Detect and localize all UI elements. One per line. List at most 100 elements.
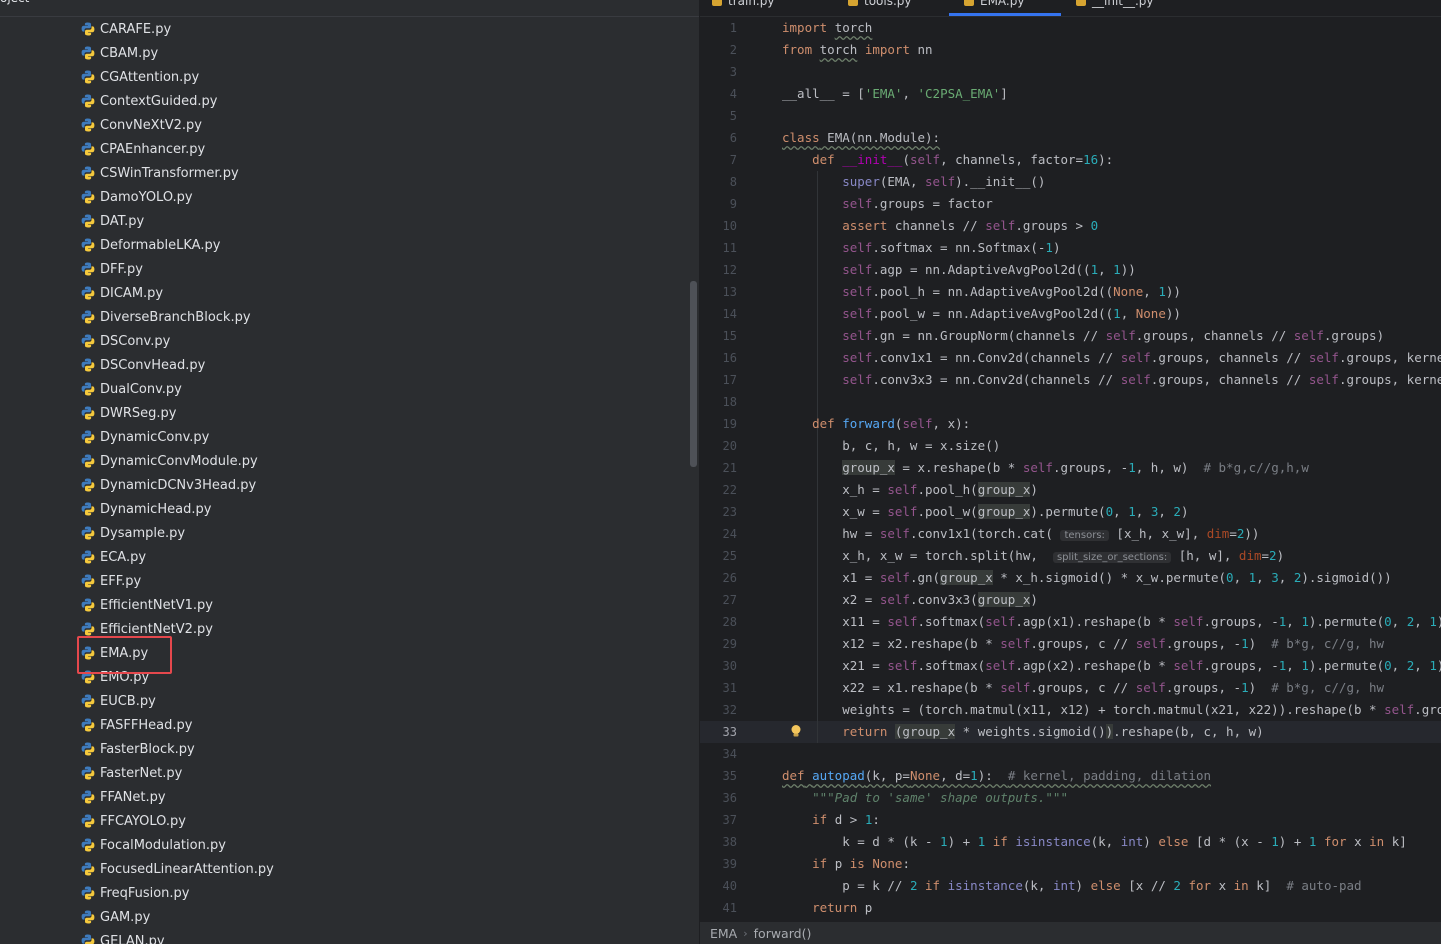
line-number: 37 bbox=[722, 813, 737, 827]
file-label: CGAttention.py bbox=[100, 69, 200, 85]
line-number-gutter[interactable]: 1 2 3 4 5 6 7 8 9 10 11 12 13 14 15 16 17 18 19 20 21 22 23 24 2… bbox=[700, 17, 790, 921]
file-label: DeformableLKA.py bbox=[100, 237, 221, 253]
file-label: EUCB.py bbox=[100, 693, 156, 709]
file-tree-item[interactable]: Dysample.py bbox=[80, 521, 185, 545]
file-tree-item[interactable]: DSConv.py bbox=[80, 329, 170, 353]
file-label: EfficientNetV2.py bbox=[100, 621, 213, 637]
python-file-icon bbox=[80, 477, 96, 493]
code-line: x12 = x2.reshape(b * self.groups, c // s… bbox=[782, 636, 1385, 651]
python-file-icon bbox=[80, 909, 96, 925]
tab-init[interactable]: __init__.py bbox=[1076, 0, 1154, 10]
file-tree-item[interactable]: FFANet.py bbox=[80, 785, 166, 809]
line-number: 33 bbox=[722, 725, 737, 739]
line-number: 24 bbox=[722, 527, 737, 541]
code-line: x_w = self.pool_w(group_x).permute(0, 1,… bbox=[782, 504, 1189, 519]
code-line: def autopad(k, p=None, d=1): # kernel, p… bbox=[782, 768, 1212, 783]
file-label: ConvNeXtV2.py bbox=[100, 117, 202, 133]
python-file-icon bbox=[80, 597, 96, 613]
line-number: 23 bbox=[722, 505, 737, 519]
file-label: EfficientNetV1.py bbox=[100, 597, 213, 613]
breadcrumb-class[interactable]: EMA bbox=[710, 926, 737, 941]
file-label: DAT.py bbox=[100, 213, 145, 229]
file-tree-item[interactable]: CSWinTransformer.py bbox=[80, 161, 239, 185]
file-label: FasterNet.py bbox=[100, 765, 183, 781]
file-tree-item[interactable]: FreqFusion.py bbox=[80, 881, 190, 905]
file-tree-item[interactable]: FASFFHead.py bbox=[80, 713, 192, 737]
line-number: 27 bbox=[722, 593, 737, 607]
line-number: 2 bbox=[729, 43, 737, 57]
editor-tabs: train.py tools.py EMA.py __init__.py bbox=[700, 0, 1441, 16]
inlay-hint: split_size_or_sections: bbox=[1052, 552, 1172, 563]
project-title: oject bbox=[0, 0, 29, 9]
code-line: x22 = x1.reshape(b * self.groups, c // s… bbox=[782, 680, 1385, 695]
file-tree-item[interactable]: DynamicDCNv3Head.py bbox=[80, 473, 256, 497]
file-label: FFANet.py bbox=[100, 789, 166, 805]
file-label: FasterBlock.py bbox=[100, 741, 195, 757]
file-tree-item[interactable]: DeformableLKA.py bbox=[80, 233, 220, 257]
file-tree-item[interactable]: ECA.py bbox=[80, 545, 146, 569]
python-file-icon bbox=[80, 45, 96, 61]
file-tree-item[interactable]: DualConv.py bbox=[80, 377, 182, 401]
file-tree-item[interactable]: CGAttention.py bbox=[80, 65, 199, 89]
file-tree-item[interactable]: DiverseBranchBlock.py bbox=[80, 305, 251, 329]
python-file-icon bbox=[80, 621, 96, 637]
file-tree-item[interactable]: GELAN.py bbox=[80, 929, 165, 944]
tab-tools[interactable]: tools.py bbox=[848, 0, 912, 10]
file-label: GAM.py bbox=[100, 909, 151, 925]
code-line: if p is None: bbox=[812, 856, 910, 871]
python-file-icon bbox=[80, 885, 96, 901]
code-line: self.pool_h = nn.AdaptiveAvgPool2d((None… bbox=[842, 284, 1181, 299]
file-label: GELAN.py bbox=[100, 933, 165, 944]
file-tree-item[interactable]: FFCAYOLO.py bbox=[80, 809, 186, 833]
line-number: 32 bbox=[722, 703, 737, 717]
python-file-icon bbox=[80, 141, 96, 157]
code-editor[interactable]: train.py tools.py EMA.py __init__.py 123… bbox=[700, 0, 1441, 944]
python-file-icon bbox=[80, 21, 96, 37]
file-label: FocalModulation.py bbox=[100, 837, 226, 853]
code-line: x11 = self.softmax(self.agp(x1).reshape(… bbox=[782, 614, 1441, 629]
python-file-icon bbox=[80, 837, 96, 853]
code-line: import torch bbox=[782, 20, 873, 35]
python-file-icon bbox=[80, 501, 96, 517]
file-tree-item[interactable]: DWRSeg.py bbox=[80, 401, 176, 425]
file-tree-item[interactable]: FasterNet.py bbox=[80, 761, 182, 785]
code-line: if d > 1: bbox=[812, 812, 880, 827]
file-tree-item[interactable]: FasterBlock.py bbox=[80, 737, 195, 761]
file-tree-item[interactable]: DAT.py bbox=[80, 209, 144, 233]
file-tree-item[interactable]: EFF.py bbox=[80, 569, 141, 593]
file-tree-item[interactable]: GAM.py bbox=[80, 905, 150, 929]
file-tree-item[interactable]: EfficientNetV1.py bbox=[80, 593, 213, 617]
project-scrollbar[interactable] bbox=[690, 281, 697, 467]
tab-label: train.py bbox=[728, 0, 775, 8]
file-tree-item[interactable]: DSConvHead.py bbox=[80, 353, 205, 377]
file-tree-item[interactable]: FocusedLinearAttention.py bbox=[80, 857, 274, 881]
file-label: DynamicDCNv3Head.py bbox=[100, 477, 257, 493]
python-file-icon bbox=[80, 405, 96, 421]
file-tree-item[interactable]: CBAM.py bbox=[80, 41, 158, 65]
file-tree-item[interactable]: ContextGuided.py bbox=[80, 89, 217, 113]
python-file-icon bbox=[80, 285, 96, 301]
tab-train[interactable]: train.py bbox=[712, 0, 774, 10]
code-line: self.gn = nn.GroupNorm(channels // self.… bbox=[842, 328, 1385, 343]
file-tree-item[interactable]: DynamicConvModule.py bbox=[80, 449, 258, 473]
file-label: FreqFusion.py bbox=[100, 885, 190, 901]
file-tree-item[interactable]: ConvNeXtV2.py bbox=[80, 113, 202, 137]
file-tree-item[interactable]: DamoYOLO.py bbox=[80, 185, 193, 209]
tab-ema[interactable]: EMA.py bbox=[964, 0, 1024, 10]
file-tree-item[interactable]: DynamicHead.py bbox=[80, 497, 211, 521]
line-number: 19 bbox=[722, 417, 737, 431]
line-number: 8 bbox=[729, 175, 737, 189]
file-tree-item[interactable]: CARAFE.py bbox=[80, 17, 171, 41]
python-file-icon bbox=[80, 813, 96, 829]
file-tree-item[interactable]: DFF.py bbox=[80, 257, 143, 281]
file-tree-item[interactable]: CPAEnhancer.py bbox=[80, 137, 205, 161]
file-tree-item[interactable]: DICAM.py bbox=[80, 281, 163, 305]
python-file-icon bbox=[80, 741, 96, 757]
python-file-icon bbox=[80, 765, 96, 781]
code-line: __all__ = ['EMA', 'C2PSA_EMA'] bbox=[782, 86, 1008, 101]
breadcrumb-method[interactable]: forward() bbox=[754, 926, 812, 941]
file-tree-item[interactable]: FocalModulation.py bbox=[80, 833, 226, 857]
file-tree-item[interactable]: DynamicConv.py bbox=[80, 425, 209, 449]
code-line: x_h, x_w = torch.split(hw, split_size_or… bbox=[782, 548, 1285, 563]
file-tree-item[interactable]: EUCB.py bbox=[80, 689, 156, 713]
